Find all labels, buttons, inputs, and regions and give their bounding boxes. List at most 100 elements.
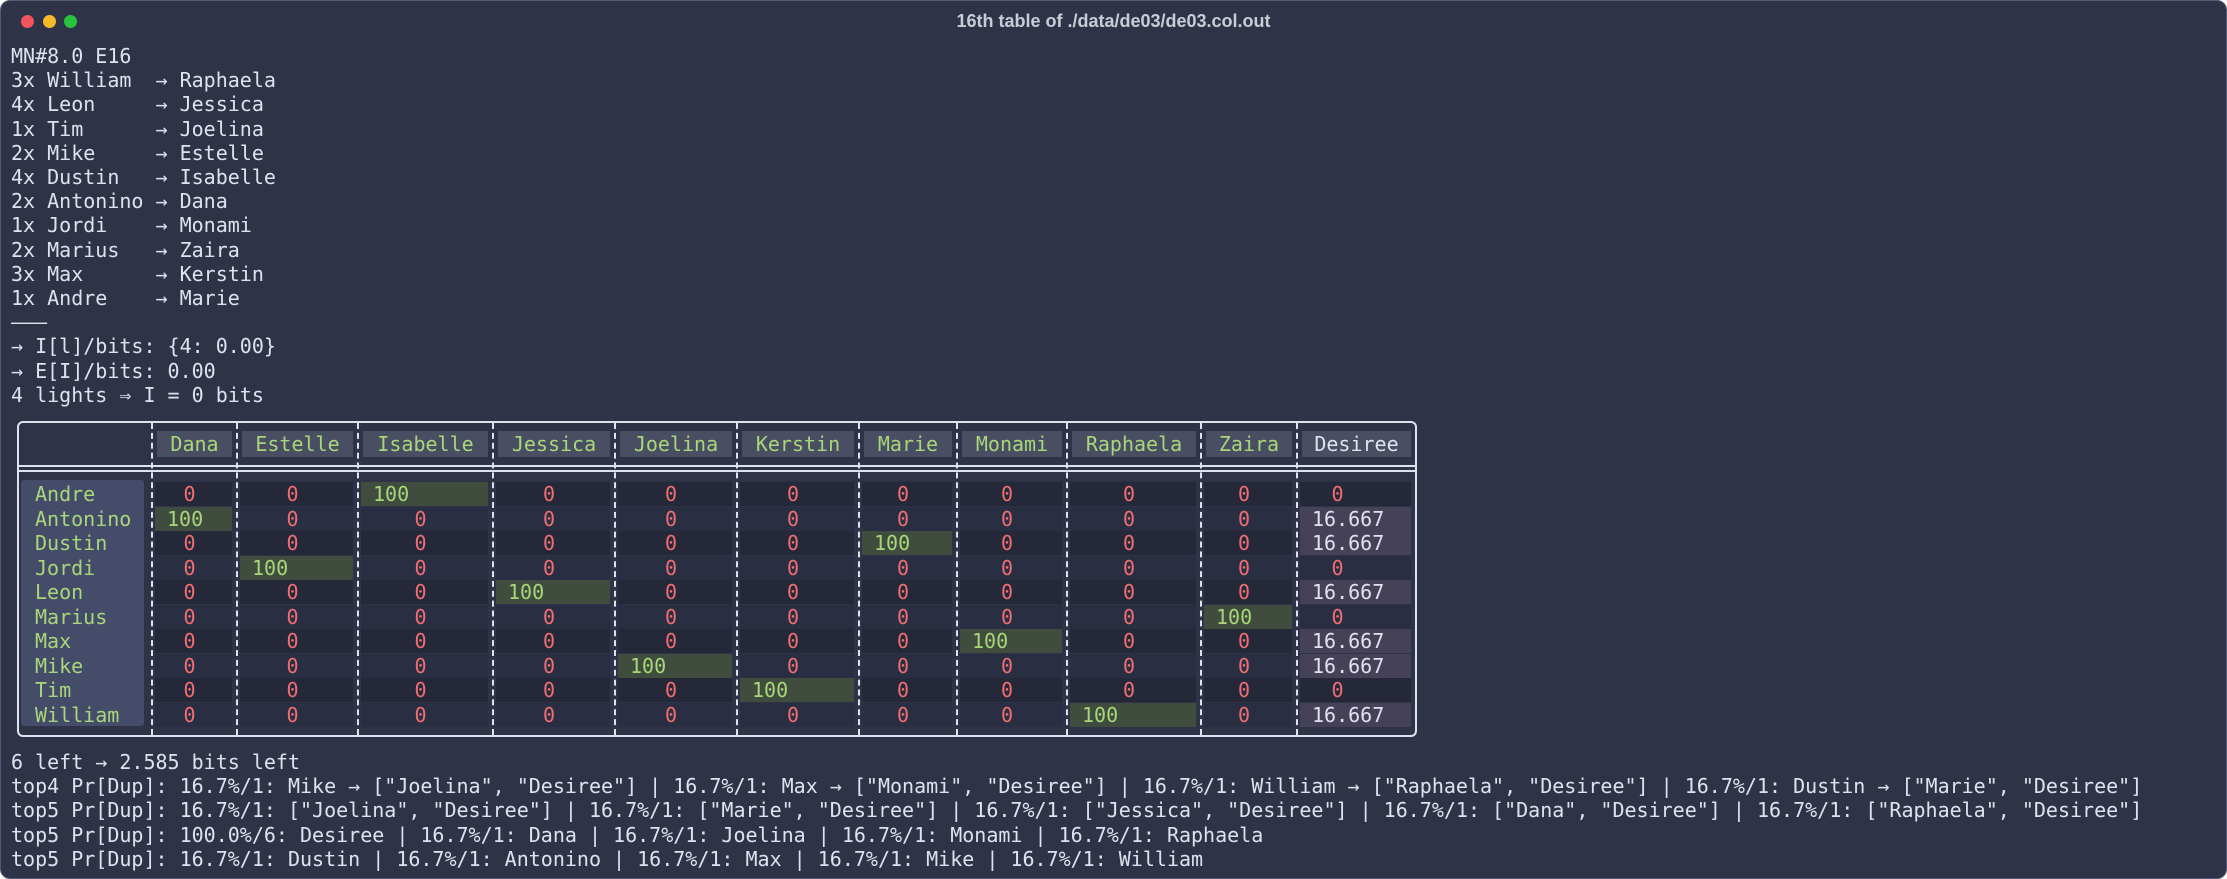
- window-title: 16th table of ./data/de03/de03.col.out: [956, 11, 1271, 31]
- table-cell: 0: [240, 531, 353, 555]
- footer-line: top5 Pr[Dup]: 100.0%/6: Desiree | 16.7%/…: [11, 822, 1264, 847]
- table-cell: 0: [960, 653, 1062, 678]
- table-cell: 0: [618, 604, 732, 629]
- table-cell: 0: [155, 702, 232, 727]
- table-cell: 0: [1300, 555, 1411, 580]
- header-line: 4 lights ⇒ I = 0 bits: [11, 382, 264, 407]
- table-cell: 0: [240, 482, 353, 506]
- column-header: Joelina: [620, 431, 732, 457]
- table-cell: 0: [1070, 580, 1196, 604]
- header-line: 1x Tim → Joelina: [11, 116, 264, 141]
- row-label: Max: [35, 629, 72, 653]
- table-cell: 100: [1204, 604, 1292, 629]
- column-header: Estelle: [242, 431, 353, 457]
- table-cell: 100: [960, 629, 1062, 653]
- footer-line: top4 Pr[Dup]: 16.7%/1: Mike → ["Joelina"…: [11, 774, 2143, 799]
- column-header: Zaira: [1206, 431, 1292, 457]
- table-cell: 16.667: [1300, 506, 1411, 531]
- table-cell: 100: [740, 678, 854, 702]
- header-line: → I[l]/bits: {4: 0.00}: [11, 334, 276, 359]
- row-label: Jordi: [35, 555, 96, 580]
- footer-line: top5 Pr[Dup]: 16.7%/1: ["Joelina", "Desi…: [11, 798, 2143, 823]
- column-separator: [357, 423, 359, 735]
- table-cell: 100: [155, 506, 232, 531]
- table-cell: 0: [240, 506, 353, 531]
- table-cell: 16.667: [1300, 653, 1411, 678]
- table-cell: 0: [1070, 555, 1196, 580]
- table-cell: 0: [862, 702, 952, 727]
- row-label: Tim: [35, 678, 72, 702]
- table-cell: 0: [862, 506, 952, 531]
- table-cell: 0: [1070, 653, 1196, 678]
- table-cell: 0: [618, 482, 732, 506]
- table-cell: 100: [240, 555, 353, 580]
- table-cell: 0: [361, 653, 488, 678]
- table-cell: 16.667: [1300, 629, 1411, 653]
- column-header: Kerstin: [742, 431, 854, 457]
- table-cell: 0: [960, 678, 1062, 702]
- column-separator: [858, 423, 860, 735]
- table-cell: 0: [1204, 555, 1292, 580]
- table-cell: 0: [862, 482, 952, 506]
- title-bar: 16th table of ./data/de03/de03.col.out: [1, 1, 2226, 43]
- table-cell: 0: [960, 531, 1062, 555]
- table-cell: 0: [1070, 629, 1196, 653]
- table-cell: 0: [1204, 506, 1292, 531]
- header-divider-top: [17, 465, 1417, 467]
- terminal-window: 16th table of ./data/de03/de03.col.out M…: [0, 0, 2227, 879]
- table-cell: 0: [361, 702, 488, 727]
- header-line: 2x Marius → Zaira: [11, 237, 240, 262]
- table-cell: 0: [361, 555, 488, 580]
- table-cell: 0: [1070, 678, 1196, 702]
- header-line: ———: [11, 310, 48, 335]
- header-line: 3x William → Raphaela: [11, 68, 276, 93]
- table-cell: 0: [496, 555, 610, 580]
- table-cell: 100: [862, 531, 952, 555]
- table-cell: 0: [862, 580, 952, 604]
- row-label: Leon: [35, 580, 84, 604]
- table-cell: 0: [618, 580, 732, 604]
- footer-line: 6 left → 2.585 bits left: [11, 750, 300, 774]
- table-cell: 0: [240, 629, 353, 653]
- column-header: Jessica: [498, 431, 610, 457]
- header-line: MN#8.0 E16: [11, 44, 132, 68]
- column-separator: [151, 423, 153, 735]
- table-cell: 0: [1204, 580, 1292, 604]
- header-line: 2x Mike → Estelle: [11, 140, 264, 165]
- table-cell: 0: [496, 506, 610, 531]
- table-cell: 0: [155, 653, 232, 678]
- column-header: Marie: [864, 431, 952, 457]
- header-line: → E[I]/bits: 0.00: [11, 358, 216, 383]
- table-cell: 0: [1070, 531, 1196, 555]
- table-cell: 0: [618, 702, 732, 727]
- table-cell: 0: [496, 482, 610, 506]
- table-cell: 16.667: [1300, 531, 1411, 555]
- table-cell: 0: [361, 604, 488, 629]
- row-label: Antonino: [35, 506, 132, 531]
- column-separator: [492, 423, 494, 735]
- table-cell: 0: [960, 702, 1062, 727]
- table-cell: 0: [960, 482, 1062, 506]
- table-cell: 0: [361, 531, 488, 555]
- table-cell: 0: [155, 604, 232, 629]
- table-cell: 0: [496, 604, 610, 629]
- table-cell: 16.667: [1300, 702, 1411, 727]
- table-cell: 0: [1300, 482, 1411, 506]
- table-cell: 0: [1204, 653, 1292, 678]
- table-cell: 16.667: [1300, 580, 1411, 604]
- table-cell: 0: [1070, 482, 1196, 506]
- table-cell: 0: [361, 629, 488, 653]
- header-line: 2x Antonino → Dana: [11, 189, 228, 214]
- row-label: Mike: [35, 653, 84, 678]
- table-cell: 0: [240, 653, 353, 678]
- table-cell: 0: [740, 653, 854, 678]
- table-cell: 0: [155, 531, 232, 555]
- table-cell: 0: [740, 555, 854, 580]
- table-cell: 100: [361, 482, 488, 506]
- table-cell: 100: [1070, 702, 1196, 727]
- table-cell: 0: [1204, 702, 1292, 727]
- table-cell: 0: [740, 580, 854, 604]
- table-cell: 0: [1070, 604, 1196, 629]
- row-label: Andre: [35, 482, 96, 506]
- column-separator: [614, 423, 616, 735]
